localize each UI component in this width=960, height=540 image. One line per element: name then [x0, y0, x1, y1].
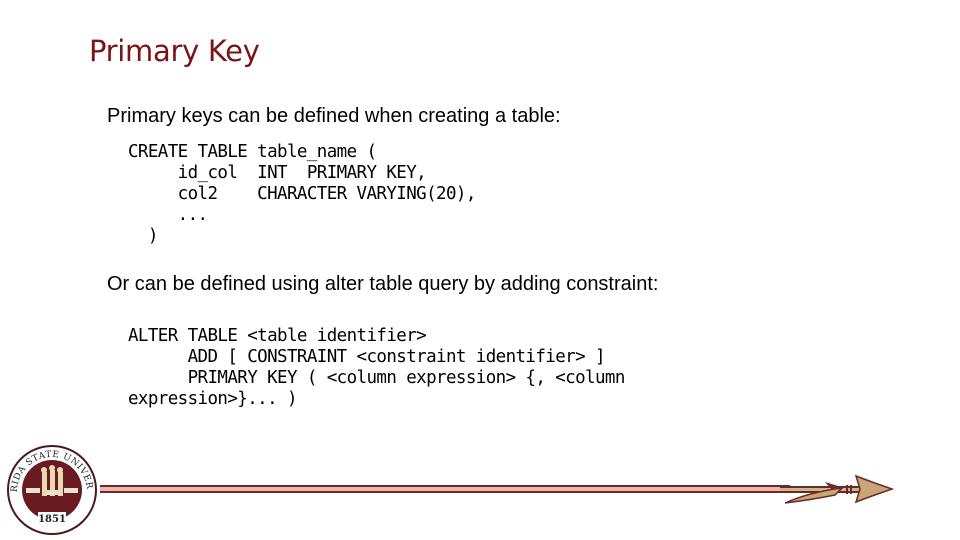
alter-table-code: ALTER TABLE <table identifier> ADD [ CON… [128, 326, 625, 409]
university-seal-icon: FLORIDA STATE UNIVERSITY 1851 [4, 444, 97, 535]
slide-title: Primary Key [89, 34, 260, 68]
seal-year: 1851 [38, 514, 66, 525]
footer-stripe-bottom [100, 491, 790, 493]
spear-icon [780, 474, 895, 504]
intro-text: Primary keys can be defined when creatin… [107, 105, 561, 127]
create-table-code: CREATE TABLE table_name ( id_col INT PRI… [128, 142, 476, 246]
alter-text: Or can be defined using alter table quer… [107, 273, 659, 295]
